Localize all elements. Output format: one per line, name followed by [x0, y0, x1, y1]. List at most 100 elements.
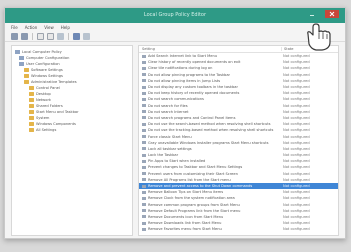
setting-name: Remove and prevent access to the Shut Do… — [139, 184, 281, 188]
setting-label: Prevent users from customizing their Sta… — [148, 171, 238, 176]
help-icon[interactable] — [73, 32, 80, 40]
setting-label: Do not use the search-based method when … — [148, 122, 271, 127]
setting-label: Add Search Internet link to Start Menu — [148, 54, 218, 59]
menu-action[interactable]: Action — [25, 25, 38, 30]
tree-item-label: Local Computer Policy — [22, 50, 62, 54]
tree-item-label: Network — [36, 98, 52, 102]
setting-state: Not configured — [283, 190, 310, 195]
setting-name: Gray unavailable Windows Installer progr… — [139, 141, 281, 145]
setting-state: Not configured — [283, 85, 310, 90]
setting-state: Not configured — [283, 54, 310, 59]
titlebar[interactable]: Local Group Policy Editor — [5, 8, 345, 23]
setting-state: Not configured — [283, 165, 310, 170]
toolbar-divider — [68, 32, 69, 40]
setting-name: Lock all taskbar settings — [139, 147, 281, 151]
up-icon[interactable] — [37, 32, 44, 40]
tree-item-label: Computer Configuration — [26, 56, 70, 60]
setting-state: Not configured — [283, 177, 310, 182]
setting-icon — [142, 178, 146, 182]
minimize-icon[interactable] — [307, 10, 317, 18]
setting-icon — [142, 122, 146, 126]
setting-label: Lock the Taskbar — [148, 153, 179, 158]
setting-label: Remove Default Programs link from the St… — [148, 208, 241, 213]
folder-icon — [24, 74, 29, 78]
setting-label: Prevent changes to Taskbar and Start Men… — [148, 165, 243, 170]
folder-icon — [29, 122, 34, 126]
setting-icon — [142, 221, 146, 225]
setting-icon — [142, 110, 146, 114]
tree-item-label: Windows Components — [36, 122, 76, 126]
setting-icon — [142, 147, 146, 151]
setting-name: Remove All Programs list from the Start … — [139, 178, 281, 182]
setting-icon — [142, 73, 146, 77]
setting-name: Do not search communications — [139, 97, 281, 101]
close-button[interactable] — [325, 10, 339, 18]
menu-view[interactable]: View — [44, 25, 54, 30]
setting-name: Prevent users from customizing their Sta… — [139, 172, 281, 176]
setting-state: Not configured — [283, 128, 310, 133]
setting-state: Not configured — [283, 97, 310, 102]
list-item[interactable]: Remove Favorites menu from Start Menu Not… — [139, 226, 338, 232]
setting-icon — [142, 85, 146, 89]
setting-icon — [142, 79, 146, 83]
setting-name: Remove Clock from the system notificatio… — [139, 196, 281, 200]
setting-label: Do not allow pinning programs to the Tas… — [148, 72, 231, 77]
tree-item-label: Start Menu and Taskbar — [36, 110, 79, 114]
setting-name: Add Search Internet link to Start Menu — [139, 54, 281, 58]
setting-icon — [142, 141, 146, 145]
setting-icon — [142, 54, 146, 58]
list-rows: Add Search Internet link to Start Menu No… — [139, 53, 338, 232]
column-header-setting[interactable]: Setting — [139, 47, 281, 51]
tree-item-all-settings[interactable]: All Settings — [12, 127, 132, 133]
setting-label: Remove and prevent access to the Shut Do… — [148, 184, 253, 189]
setting-state: Not configured — [283, 122, 310, 127]
setting-icon — [142, 172, 146, 176]
console-tree[interactable]: Local Computer Policy Computer Configura… — [11, 45, 133, 236]
show-hide-tree-icon[interactable] — [47, 32, 54, 40]
forward-icon[interactable] — [21, 32, 28, 40]
setting-label: Remove All Programs list from the Start … — [148, 177, 231, 182]
setting-icon — [142, 196, 146, 200]
setting-state: Not configured — [283, 214, 310, 219]
setting-label: Do not keep history of recently opened d… — [148, 91, 240, 96]
menu-help[interactable]: Help — [61, 25, 70, 30]
setting-icon — [142, 91, 146, 95]
menu-file[interactable]: File — [11, 25, 18, 30]
setting-name: Do not search for files — [139, 104, 281, 108]
setting-name: Do not search Internet — [139, 110, 281, 114]
setting-label: Do not allow pinning items in Jump Lists — [148, 78, 221, 83]
folder-icon — [29, 110, 34, 114]
setting-icon — [142, 128, 146, 132]
setting-name: Remove common program groups from Start … — [139, 203, 281, 207]
setting-name: Do not allow pinning items in Jump Lists — [139, 79, 281, 83]
setting-state: Not configured — [283, 60, 310, 65]
setting-state: Not configured — [283, 66, 310, 71]
setting-icon — [142, 159, 146, 163]
setting-name: Clear history of recently opened documen… — [139, 60, 281, 64]
setting-state: Not configured — [283, 196, 310, 201]
setting-name: Clear tile notifications during log on — [139, 66, 281, 70]
tree-item-label: System — [36, 116, 50, 120]
folder-icon — [29, 104, 34, 108]
folder-icon — [24, 80, 29, 84]
setting-label: Remove Clock from the system notificatio… — [148, 196, 235, 201]
setting-name: Lock the Taskbar — [139, 153, 281, 157]
setting-name: Remove Balloon Tips on Start Menu items — [139, 190, 281, 194]
tree-item-label: Shared Folders — [36, 104, 63, 108]
setting-state: Not configured — [283, 146, 310, 151]
properties-icon[interactable] — [57, 32, 64, 40]
tree-item-label: Software Settings — [31, 68, 63, 72]
setting-label: Gray unavailable Windows Installer progr… — [148, 140, 269, 145]
filter-icon[interactable] — [83, 32, 90, 40]
setting-name: Pin Apps to Start when installed — [139, 159, 281, 163]
toolbar-divider — [32, 32, 33, 40]
setting-state: Not configured — [283, 221, 310, 226]
back-icon[interactable] — [11, 32, 18, 40]
setting-name: Do not allow pinning programs to the Tas… — [139, 73, 281, 77]
computer-icon — [19, 56, 24, 60]
setting-name: Do not search programs and Control Panel… — [139, 116, 281, 120]
menubar: File Action View Help — [5, 23, 345, 31]
setting-label: Do not search Internet — [148, 109, 189, 114]
settings-list[interactable]: Setting State Add Search Internet link t… — [138, 45, 339, 236]
setting-name: Do not keep history of recently opened d… — [139, 91, 281, 95]
